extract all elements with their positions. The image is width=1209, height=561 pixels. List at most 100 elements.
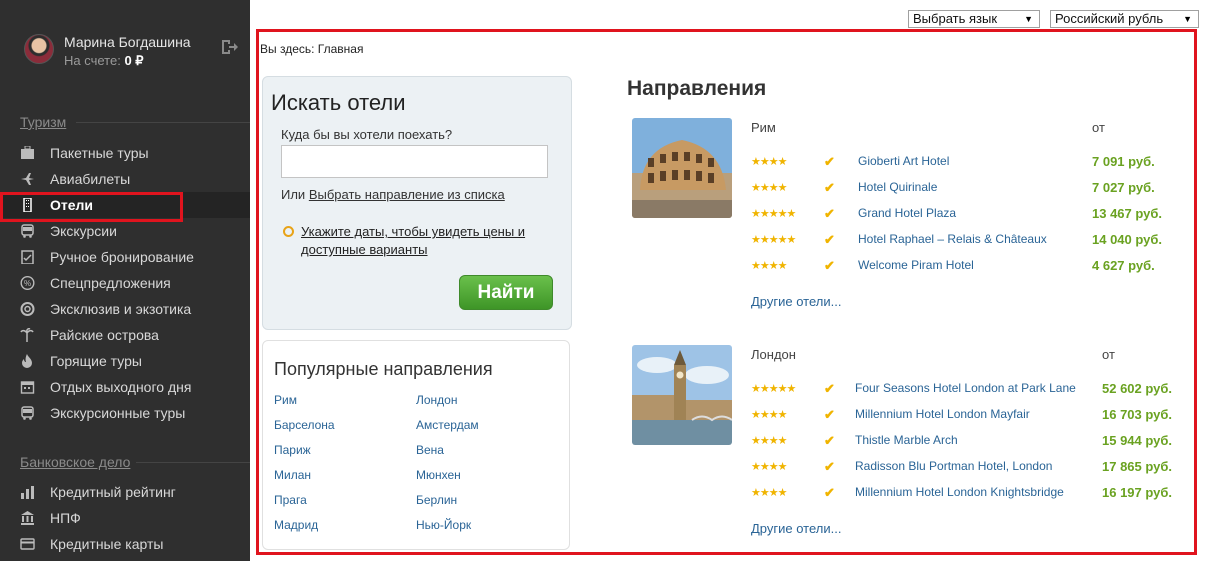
popular-link[interactable]: Амстердам (416, 418, 479, 443)
hotel-link[interactable]: Radisson Blu Portman Hotel, London (855, 459, 1052, 473)
sidebar-item-excursions[interactable]: Экскурсии (0, 218, 250, 244)
rating-stars: ★★★★ (751, 260, 787, 272)
more-hotels-link[interactable]: Другие отели... (751, 521, 841, 536)
balance: На счете: 0 ₽ (64, 53, 144, 69)
rating-stars: ★★★★ (751, 461, 787, 473)
user-name: Марина Богдашина (64, 34, 191, 50)
menu-banking: Кредитный рейтинг НПФ Кредитные карты (0, 479, 250, 557)
sidebar-item-manual-booking[interactable]: Ручное бронирование (0, 244, 250, 270)
from-label: от (1102, 347, 1115, 362)
suitcase-icon (21, 146, 34, 159)
sidebar-item-sightseeing-tours[interactable]: Экскурсионные туры (0, 400, 250, 426)
clipboard-check-icon (21, 250, 34, 264)
hotel-row: ★★★★ ✔ Thistle Marble Arch 15 944 руб. (632, 432, 1192, 452)
language-select-value: Выбрать язык (913, 11, 998, 26)
fire-icon (22, 354, 32, 368)
popular-link[interactable]: Нью-Йорк (416, 518, 479, 543)
sidebar-item-weekend-rest[interactable]: Отдых выходного дня (0, 374, 250, 400)
language-select[interactable]: Выбрать язык ▼ (908, 10, 1040, 28)
check-icon: ✔ (824, 258, 835, 273)
dates-hint-link[interactable]: Укажите даты, чтобы увидеть цены и доступ… (301, 224, 525, 257)
hotel-link[interactable]: Grand Hotel Plaza (858, 206, 956, 220)
check-icon: ✔ (824, 154, 835, 169)
sidebar: Марина Богдашина На счете: 0 ₽ Туризм Па… (0, 0, 250, 561)
chevron-down-icon: ▼ (1024, 14, 1033, 24)
sidebar-item-npf[interactable]: НПФ (0, 505, 250, 531)
sidebar-item-label: Эксклюзив и экзотика (50, 301, 192, 317)
hotel-price: 4 627 руб. (1092, 258, 1155, 273)
building-icon (23, 198, 32, 212)
percent-icon: % (20, 276, 35, 290)
check-icon: ✔ (824, 407, 835, 422)
hotel-link[interactable]: Thistle Marble Arch (855, 433, 958, 447)
avatar[interactable] (24, 34, 54, 64)
sidebar-item-paradise-islands[interactable]: Райские острова (0, 322, 250, 348)
or-line: Или Выбрать направление из списка (281, 187, 505, 202)
check-icon: ✔ (824, 206, 835, 221)
popular-link[interactable]: Берлин (416, 493, 479, 518)
palm-icon (20, 328, 34, 342)
popular-link[interactable]: Мадрид (274, 518, 335, 543)
hotel-price: 16 197 руб. (1102, 485, 1173, 500)
popular-link[interactable]: Париж (274, 443, 335, 468)
hotel-row: ★★★★ ✔ Radisson Blu Portman Hotel, Londo… (632, 458, 1192, 478)
section-title-banking[interactable]: Банковское дело (20, 454, 130, 470)
hotel-link[interactable]: Hotel Quirinale (858, 180, 937, 194)
sidebar-item-package-tours[interactable]: Пакетные туры (0, 140, 250, 166)
section-title-tourism[interactable]: Туризм (20, 114, 66, 130)
popular-link[interactable]: Мюнхен (416, 468, 479, 493)
from-label: от (1092, 120, 1105, 135)
popular-link[interactable]: Милан (274, 468, 335, 493)
choose-destination-link[interactable]: Выбрать направление из списка (309, 187, 505, 202)
popular-link[interactable]: Прага (274, 493, 335, 518)
destination-input[interactable] (281, 145, 548, 178)
check-icon: ✔ (824, 459, 835, 474)
hotel-price: 7 027 руб. (1092, 180, 1155, 195)
sidebar-item-flights[interactable]: Авиабилеты (0, 166, 250, 192)
popular-link[interactable]: Вена (416, 443, 479, 468)
check-icon: ✔ (824, 381, 835, 396)
hotel-row: ★★★★★ ✔ Grand Hotel Plaza 13 467 руб. (632, 205, 1192, 225)
destinations-heading: Направления (627, 77, 767, 100)
dates-hint-line1: Укажите даты, чтобы увидеть цены и (301, 224, 526, 239)
sidebar-item-label: Пакетные туры (50, 145, 149, 161)
currency-select[interactable]: Российский рубль ▼ (1050, 10, 1199, 28)
sidebar-item-hot-tours[interactable]: Горящие туры (0, 348, 250, 374)
more-hotels-link[interactable]: Другие отели... (751, 294, 841, 309)
popular-link[interactable]: Барселона (274, 418, 335, 443)
sidebar-item-label: Отдых выходного дня (50, 379, 192, 395)
chevron-down-icon: ▼ (1183, 14, 1192, 24)
hotel-link[interactable]: Millennium Hotel London Knightsbridge (855, 485, 1064, 499)
sidebar-item-credit-rating[interactable]: Кредитный рейтинг (0, 479, 250, 505)
check-icon: ✔ (824, 180, 835, 195)
sidebar-item-label: Экскурсии (50, 223, 117, 239)
sidebar-item-credit-cards[interactable]: Кредитные карты (0, 531, 250, 557)
hotel-price: 7 091 руб. (1092, 154, 1155, 169)
sidebar-item-label: Кредитные карты (50, 536, 164, 552)
sidebar-item-special-offers[interactable]: % Спецпредложения (0, 270, 250, 296)
chart-icon (21, 486, 34, 499)
hotel-link[interactable]: Welcome Piram Hotel (858, 258, 974, 272)
popular-link[interactable]: Лондон (416, 393, 479, 418)
balance-value: 0 ₽ (124, 53, 144, 68)
sidebar-item-hotels[interactable]: Отели (0, 192, 250, 218)
info-circle-icon (283, 226, 294, 237)
popular-link[interactable]: Рим (274, 393, 335, 418)
hotel-link[interactable]: Millennium Hotel London Mayfair (855, 407, 1030, 421)
sidebar-item-label: Авиабилеты (50, 171, 131, 187)
hotel-link[interactable]: Hotel Raphael – Relais & Châteaux (858, 232, 1047, 246)
hotel-row: ★★★★ ✔ Millennium Hotel London Knightsbr… (632, 484, 1192, 504)
find-button[interactable]: Найти (459, 275, 553, 310)
rating-stars: ★★★★ (751, 409, 787, 421)
plane-icon (21, 173, 34, 185)
hotel-link[interactable]: Gioberti Art Hotel (858, 154, 949, 168)
hotel-price: 14 040 руб. (1092, 232, 1163, 247)
balance-label: На счете: (64, 53, 121, 68)
divider (136, 462, 250, 463)
sidebar-item-label: Горящие туры (50, 353, 142, 369)
city-name: Лондон (751, 347, 796, 362)
check-icon: ✔ (824, 485, 835, 500)
hotel-link[interactable]: Four Seasons Hotel London at Park Lane (855, 381, 1076, 395)
sidebar-item-exclusive-exotic[interactable]: Эксклюзив и экзотика (0, 296, 250, 322)
logout-icon[interactable] (220, 38, 238, 56)
